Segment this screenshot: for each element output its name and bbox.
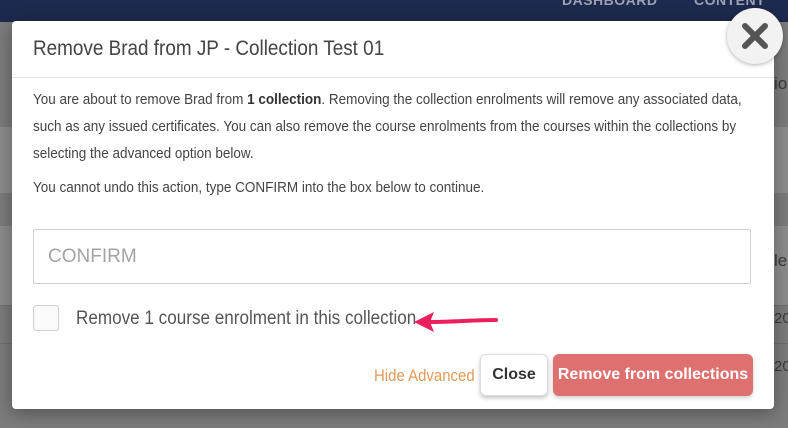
checkbox-label: Remove 1 course enrolment in this collec… <box>76 308 417 329</box>
background-text: io <box>774 74 788 93</box>
nav-content[interactable]: CONTENT <box>694 0 765 8</box>
nav-dashboard[interactable]: DASHBOARD <box>562 0 658 8</box>
title-divider <box>12 77 774 78</box>
modal-description: You are about to remove Brad from 1 coll… <box>33 86 763 167</box>
collection-count: 1 collection <box>247 91 322 108</box>
annotation-arrow-icon <box>414 312 498 332</box>
close-icon[interactable] <box>727 8 783 64</box>
hide-advanced-link[interactable]: Hide Advanced <box>374 366 475 386</box>
confirm-input[interactable] <box>33 229 751 284</box>
modal-title: Remove Brad from JP - Collection Test 01 <box>33 37 385 60</box>
undo-warning: You cannot undo this action, type CONFIR… <box>33 179 485 196</box>
description-text: You are about to remove Brad from <box>33 91 248 108</box>
remove-course-enrolment-checkbox[interactable] <box>33 305 59 331</box>
background-text: le <box>774 251 788 270</box>
background-text: 20 <box>774 358 788 375</box>
x-mark-icon <box>742 23 768 49</box>
remove-user-modal: Remove Brad from JP - Collection Test 01… <box>12 21 774 409</box>
background-top-nav <box>0 0 788 22</box>
background-text: 20 <box>774 310 788 327</box>
close-button[interactable]: Close <box>480 354 548 396</box>
remove-from-collections-button[interactable]: Remove from collections <box>553 354 753 396</box>
